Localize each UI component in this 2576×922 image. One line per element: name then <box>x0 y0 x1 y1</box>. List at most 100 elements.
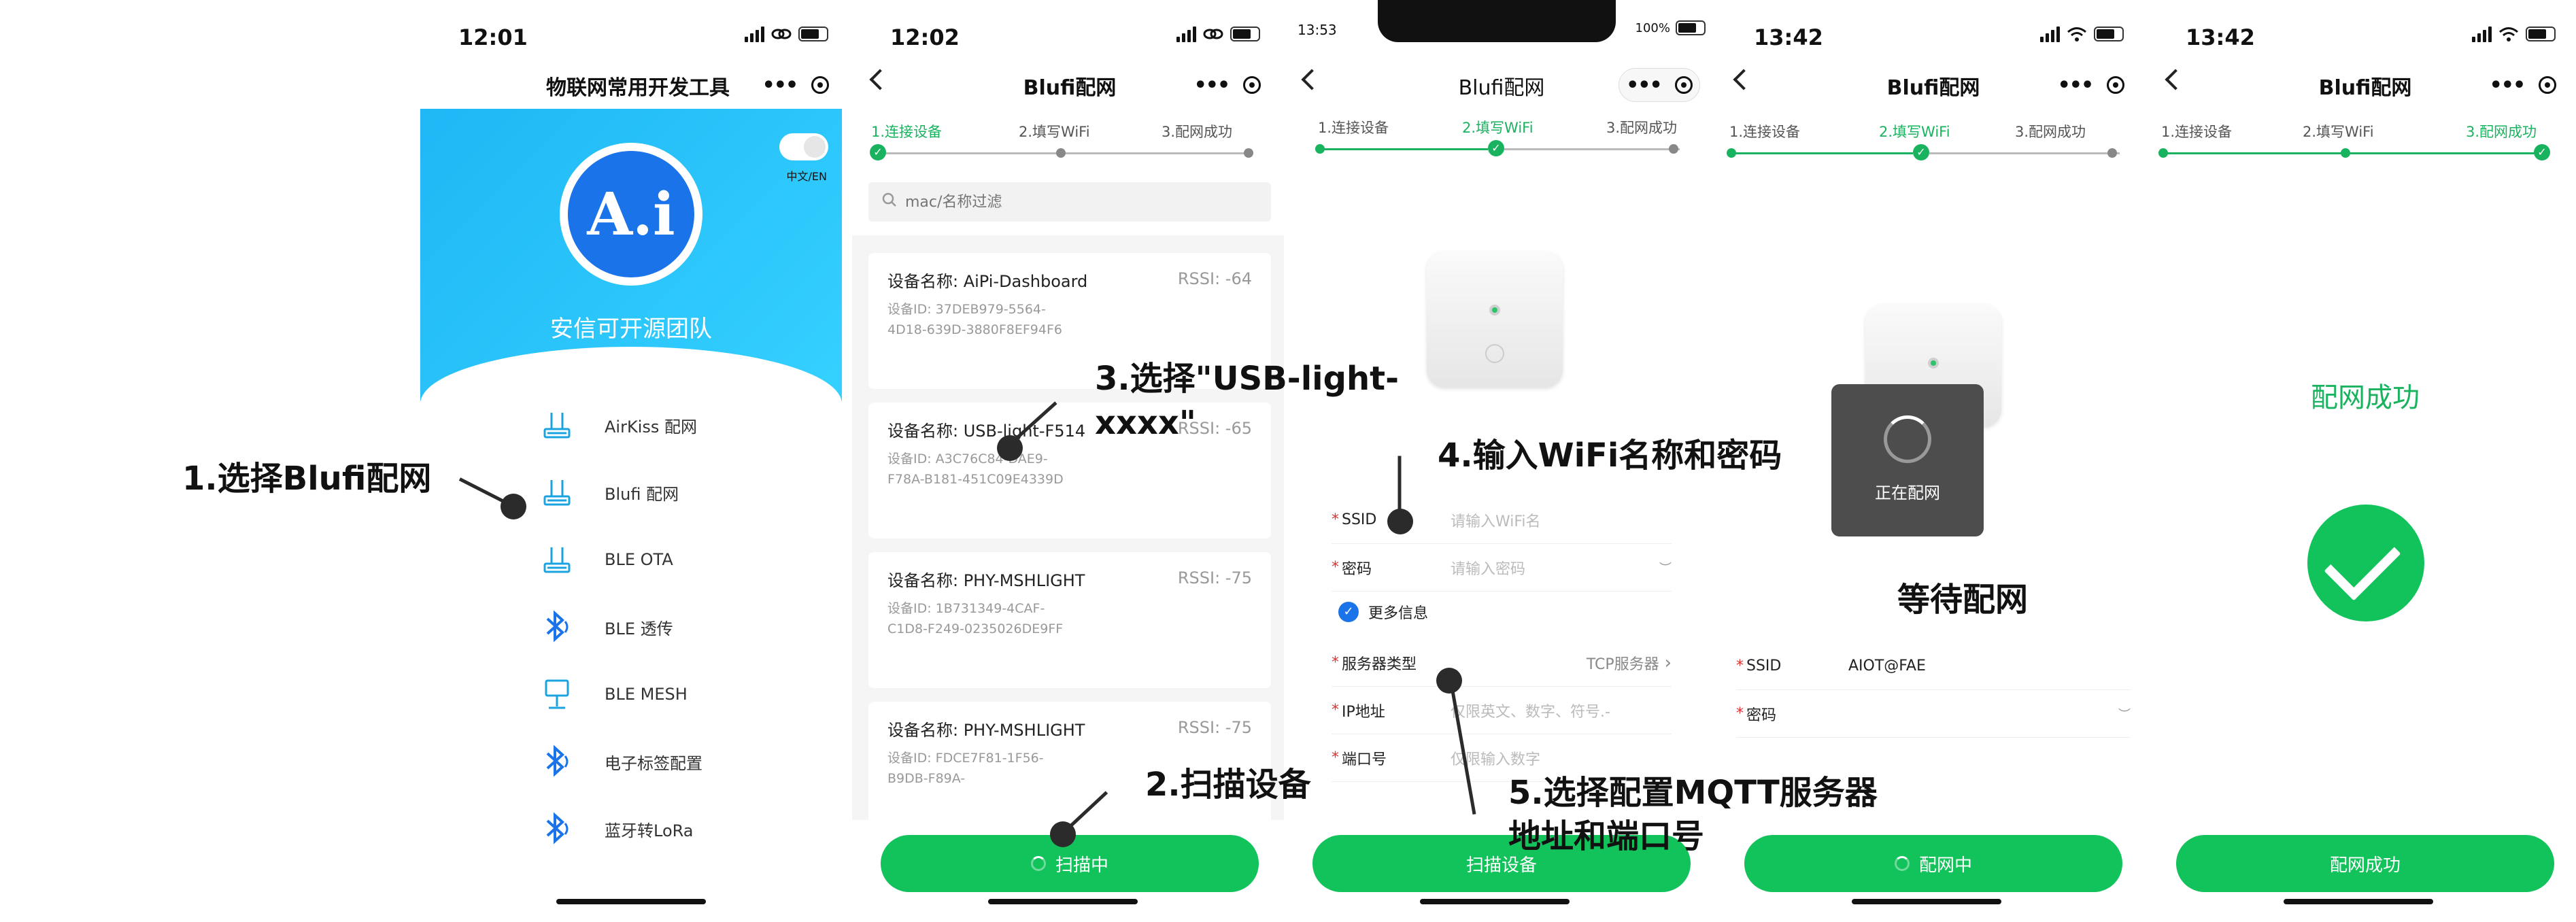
mini-program-capsule[interactable]: ••• <box>2050 68 2132 102</box>
ssid-input[interactable]: AIOT@FAE <box>1848 658 2131 675</box>
ssid-field[interactable]: * SSID AIOT@FAE <box>1736 643 2131 690</box>
annotation-step-4: 4.输入WiFi名称和密码 <box>1438 437 1782 475</box>
step-track <box>882 152 1249 154</box>
menu-item-ble-serial[interactable]: BLE 透传 <box>539 607 673 647</box>
device-list: 设备名称: AiPi-Dashboard RSSI: -64 设备ID: 37D… <box>852 235 1287 820</box>
search-bar[interactable] <box>868 182 1271 222</box>
server-type-label: 服务器类型 <box>1342 655 1417 673</box>
step-3-label: 3.配网成功 <box>2466 124 2537 140</box>
device-card[interactable]: 设备名称: PHY-MSHLIGHT RSSI: -75 设备ID: 1B731… <box>868 552 1271 688</box>
step-dot <box>1244 148 1253 158</box>
step-3-label: 3.配网成功 <box>1606 120 1678 136</box>
annotation-step-5-line1: 5.选择配置MQTT服务器 <box>1508 774 1878 812</box>
menu-item-label: BLE OTA <box>605 550 673 569</box>
ssid-field[interactable]: * SSID 请输入WiFi名 <box>1332 496 1672 544</box>
led-icon <box>1489 305 1500 315</box>
device-illustration <box>1427 252 1563 388</box>
annotation-pointer-dot <box>1050 821 1076 847</box>
annotation-step-3-line1: 3.选择"USB-light- <box>1095 360 1400 398</box>
device-card[interactable]: 设备名称: USB-light-F514 RSSI: -65 设备ID: A3C… <box>868 403 1271 539</box>
success-button[interactable]: 配网成功 <box>2176 835 2554 892</box>
battery-icon <box>2094 27 2124 41</box>
status-time: 13:53 <box>1298 22 1337 38</box>
eye-closed-icon[interactable]: ︶ <box>1659 559 1672 577</box>
required-mark: * <box>1332 749 1339 766</box>
more-icon[interactable]: ••• <box>1194 73 1231 97</box>
led-icon <box>1928 358 1939 369</box>
menu-item-ble-mesh[interactable]: BLE MESH <box>539 674 688 715</box>
annotation-pointer-dot <box>1387 509 1413 534</box>
password-field[interactable]: * 密码 请输入密码 ︶ <box>1332 544 1672 592</box>
more-icon[interactable]: ••• <box>2490 73 2526 97</box>
step-dot <box>2158 148 2168 158</box>
home-indicator <box>556 899 706 904</box>
device-rssi: RSSI: -75 <box>1177 718 1252 737</box>
provisioning-button[interactable]: 配网中 <box>1744 835 2122 892</box>
checkbox-checked-icon[interactable]: ✓ <box>1338 602 1359 622</box>
home-indicator <box>2284 899 2433 904</box>
more-icon[interactable]: ••• <box>2058 73 2095 97</box>
server-type-field[interactable]: * 服务器类型 TCP服务器 › <box>1332 639 1672 687</box>
step-1-label: 1.连接设备 <box>2161 124 2233 140</box>
required-mark: * <box>1332 702 1339 719</box>
step-check-icon: ✓ <box>1488 140 1504 156</box>
status-time: 13:42 <box>1754 24 1823 50</box>
menu-item-label: Blufi 配网 <box>605 484 679 504</box>
password-input[interactable]: 请输入密码 <box>1451 557 1659 579</box>
status-bar: 12:02 <box>852 19 1287 54</box>
mini-program-capsule[interactable]: ••• <box>1187 68 1268 102</box>
port-input[interactable]: 仅限输入数字 <box>1451 747 1672 769</box>
screen-home: 12:01 物联网常用开发工具 ••• 中文/EN A.i 安信可开源团队 Ai… <box>420 0 855 922</box>
loading-spinner-icon <box>1030 856 1046 871</box>
password-field[interactable]: * 密码 ︶ <box>1736 690 2131 738</box>
status-icons <box>745 26 828 42</box>
wifi-icon <box>2067 27 2086 41</box>
required-mark: * <box>1332 654 1339 671</box>
signal-icon <box>2472 26 2492 42</box>
server-type-select[interactable]: TCP服务器 <box>1587 652 1659 674</box>
signal-icon <box>2040 26 2060 42</box>
close-target-icon[interactable] <box>1674 76 1693 94</box>
step-indicator: 1.连接设备 2.填写WiFi 3.配网成功 ✓ <box>852 121 1287 162</box>
ssid-label: SSID <box>1746 658 1782 675</box>
close-target-icon[interactable] <box>811 76 830 94</box>
menu-item-ble-ota[interactable]: BLE OTA <box>539 539 673 580</box>
link-icon <box>1203 29 1223 39</box>
device-id: 设备ID: 37DEB979-5564-4D18-639D-3880F8EF94… <box>887 302 1063 337</box>
required-mark: * <box>1332 511 1339 528</box>
step-track-done <box>2163 152 2543 154</box>
mini-program-capsule[interactable]: ••• <box>2482 68 2564 102</box>
menu-item-airkiss[interactable]: AirKiss 配网 <box>539 405 697 445</box>
mini-program-capsule[interactable]: ••• <box>755 68 836 102</box>
nav-bar: Blufi配网 ••• <box>1716 65 2151 106</box>
close-target-icon[interactable] <box>2539 76 2557 94</box>
device-rssi: RSSI: -64 <box>1177 269 1252 288</box>
more-icon[interactable]: ••• <box>1626 73 1663 97</box>
status-time: 12:01 <box>458 24 528 50</box>
port-label: 端口号 <box>1342 751 1387 768</box>
more-info-checkbox[interactable]: ✓ 更多信息 <box>1338 601 1428 623</box>
annotation-waiting: 等待配网 <box>1897 581 2029 619</box>
device-name: 设备名称: PHY-MSHLIGHT <box>887 721 1085 740</box>
status-icons <box>2472 26 2556 42</box>
eye-closed-icon[interactable]: ︶ <box>2118 705 2131 723</box>
ip-field[interactable]: * IP地址 仅限英文、数字、符号.- <box>1332 687 1672 734</box>
step-dot <box>1056 148 1066 158</box>
close-target-icon[interactable] <box>1243 76 1261 94</box>
search-input[interactable] <box>905 193 1177 211</box>
nav-bar: Blufi配网 ••• <box>1284 65 1719 106</box>
step-check-icon: ✓ <box>870 144 886 160</box>
ip-input[interactable]: 仅限英文、数字、符号.- <box>1451 700 1672 721</box>
menu-item-ble-lora[interactable]: 蓝牙转LoRa <box>539 808 694 849</box>
mini-program-capsule[interactable]: ••• <box>1619 68 1700 102</box>
step-dot <box>2107 148 2117 158</box>
router-icon <box>539 542 575 577</box>
language-toggle[interactable] <box>779 133 828 160</box>
menu-item-blufi[interactable]: Blufi 配网 <box>539 472 679 513</box>
more-icon[interactable]: ••• <box>762 73 799 97</box>
close-target-icon[interactable] <box>2107 76 2125 94</box>
menu-item-e-tag[interactable]: 电子标签配置 <box>539 741 702 782</box>
ssid-input[interactable]: 请输入WiFi名 <box>1451 509 1672 531</box>
success-button-label: 配网成功 <box>2329 855 2401 876</box>
menu-item-label: 电子标签配置 <box>605 753 702 773</box>
